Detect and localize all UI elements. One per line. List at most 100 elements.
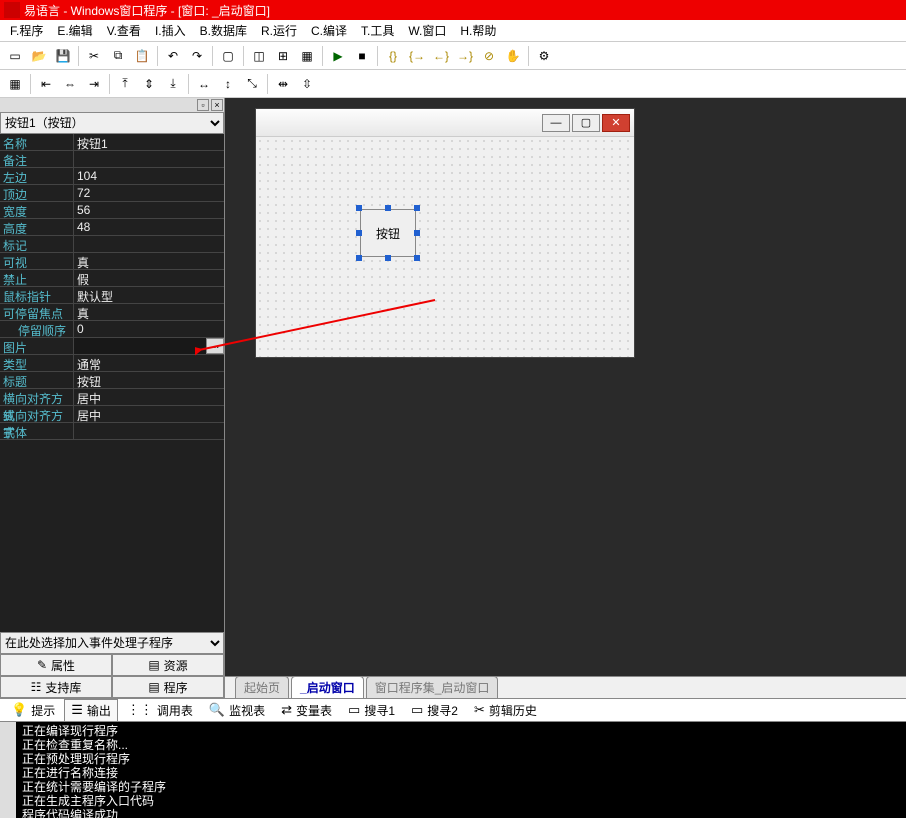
menu-window[interactable]: W.窗口: [402, 20, 452, 41]
layout2-icon[interactable]: ⊞: [272, 45, 294, 67]
config-icon[interactable]: ⚙: [533, 45, 555, 67]
tab-program[interactable]: ▤程序: [112, 676, 224, 698]
btab-output[interactable]: ☰输出: [64, 699, 118, 722]
property-value[interactable]: 通常: [74, 355, 224, 371]
btab-hint[interactable]: 💡提示: [4, 699, 62, 722]
menu-tools[interactable]: T.工具: [355, 20, 400, 41]
property-value[interactable]: [74, 151, 224, 167]
property-value[interactable]: 居中: [74, 406, 224, 422]
property-value[interactable]: 48: [74, 219, 224, 235]
menu-program[interactable]: F.程序: [4, 20, 49, 41]
property-row-可停留焦点[interactable]: 可停留焦点真: [0, 304, 224, 321]
property-row-可视[interactable]: 可视真: [0, 253, 224, 270]
align-middle-icon[interactable]: ⇕: [138, 73, 160, 95]
resize-handle-bl[interactable]: [356, 255, 362, 261]
resize-handle-br[interactable]: [414, 255, 420, 261]
same-height-icon[interactable]: ↕: [217, 73, 239, 95]
layout1-icon[interactable]: ◫: [248, 45, 270, 67]
property-value[interactable]: 72: [74, 185, 224, 201]
property-row-左边[interactable]: 左边104: [0, 168, 224, 185]
layout3-icon[interactable]: ▦: [296, 45, 318, 67]
property-row-横向对齐方式[interactable]: 横向对齐方式居中: [0, 389, 224, 406]
form-window[interactable]: — ▢ ✕ 按钮: [255, 108, 635, 358]
cut-icon[interactable]: ✂: [83, 45, 105, 67]
hand-icon[interactable]: ✋: [502, 45, 524, 67]
run-to-icon[interactable]: →}: [454, 45, 476, 67]
step-into-icon[interactable]: {→: [406, 45, 428, 67]
form-body[interactable]: 按钮: [256, 137, 634, 357]
output-panel[interactable]: 正在编译现行程序正在检查重复名称...正在预处理现行程序正在进行名称连接正在统计…: [0, 722, 906, 818]
button-control[interactable]: 按钮: [360, 209, 416, 257]
minimize-icon[interactable]: —: [542, 114, 570, 132]
property-value[interactable]: [74, 338, 206, 354]
doctab-startwindow[interactable]: _启动窗口: [291, 676, 364, 698]
property-row-字体[interactable]: 字体: [0, 423, 224, 440]
property-value[interactable]: 0: [74, 321, 224, 337]
tab-library[interactable]: ☷支持库: [0, 676, 112, 698]
btab-calltable[interactable]: ⋮⋮调用表: [120, 699, 200, 722]
menu-insert[interactable]: I.插入: [149, 20, 192, 41]
property-value[interactable]: 假: [74, 270, 224, 286]
property-value[interactable]: 居中: [74, 389, 224, 405]
align-bottom-icon[interactable]: ⤓: [162, 73, 184, 95]
tab-attributes[interactable]: ✎属性: [0, 654, 112, 676]
property-row-停留顺序[interactable]: 停留顺序0: [0, 321, 224, 338]
align-left-icon[interactable]: ⇤: [35, 73, 57, 95]
tab-resources[interactable]: ▤资源: [112, 654, 224, 676]
panel-pin-icon[interactable]: ▫: [197, 99, 209, 111]
form-icon[interactable]: ▢: [217, 45, 239, 67]
property-value[interactable]: 按钮: [74, 372, 224, 388]
btab-watch[interactable]: 🔍监视表: [202, 699, 272, 722]
undo-icon[interactable]: ↶: [162, 45, 184, 67]
property-row-纵向对齐方式[interactable]: 纵向对齐方式居中: [0, 406, 224, 423]
btab-vars[interactable]: ⇄变量表: [274, 699, 339, 722]
menu-compile[interactable]: C.编译: [305, 20, 353, 41]
resize-handle-tl[interactable]: [356, 205, 362, 211]
close-icon[interactable]: ✕: [602, 114, 630, 132]
menu-edit[interactable]: E.编辑: [51, 20, 98, 41]
property-row-标题[interactable]: 标题按钮: [0, 372, 224, 389]
resize-handle-ml[interactable]: [356, 230, 362, 236]
property-row-图片[interactable]: 图片...: [0, 338, 224, 355]
save-icon[interactable]: 💾: [52, 45, 74, 67]
property-value[interactable]: [74, 236, 224, 252]
property-browse-button[interactable]: ...: [206, 338, 224, 354]
btab-cliphistory[interactable]: ✂剪辑历史: [467, 699, 544, 722]
doctab-start[interactable]: 起始页: [235, 676, 289, 698]
property-value[interactable]: 默认型: [74, 287, 224, 303]
property-row-禁止[interactable]: 禁止假: [0, 270, 224, 287]
component-selector[interactable]: 按钮1（按钮）: [1, 113, 223, 133]
resize-handle-bc[interactable]: [385, 255, 391, 261]
btab-search1[interactable]: ▭搜寻1: [341, 699, 402, 722]
menu-view[interactable]: V.查看: [101, 20, 147, 41]
align-top-icon[interactable]: ⤒: [114, 73, 136, 95]
property-row-鼠标指针[interactable]: 鼠标指针默认型: [0, 287, 224, 304]
open-icon[interactable]: 📂: [28, 45, 50, 67]
menu-run[interactable]: R.运行: [255, 20, 303, 41]
property-row-名称[interactable]: 名称按钮1: [0, 134, 224, 151]
panel-close-icon[interactable]: ×: [211, 99, 223, 111]
property-value[interactable]: [74, 423, 224, 439]
property-row-宽度[interactable]: 宽度56: [0, 202, 224, 219]
property-value[interactable]: 真: [74, 253, 224, 269]
run-icon[interactable]: ▶: [327, 45, 349, 67]
design-area[interactable]: — ▢ ✕ 按钮 起始页 _启动窗口: [225, 98, 906, 698]
property-value[interactable]: 104: [74, 168, 224, 184]
grid-icon[interactable]: ▦: [4, 73, 26, 95]
resize-handle-tc[interactable]: [385, 205, 391, 211]
property-row-顶边[interactable]: 顶边72: [0, 185, 224, 202]
property-value[interactable]: 按钮1: [74, 134, 224, 150]
menu-database[interactable]: B.数据库: [194, 20, 253, 41]
property-value[interactable]: 56: [74, 202, 224, 218]
property-value[interactable]: 真: [74, 304, 224, 320]
hspace-icon[interactable]: ⇹: [272, 73, 294, 95]
step-over-icon[interactable]: {}: [382, 45, 404, 67]
resize-handle-tr[interactable]: [414, 205, 420, 211]
property-grid[interactable]: 名称按钮1备注左边104顶边72宽度56高度48标记可视真禁止假鼠标指针默认型可…: [0, 134, 224, 632]
break-icon[interactable]: ⊘: [478, 45, 500, 67]
maximize-icon[interactable]: ▢: [572, 114, 600, 132]
stop-icon[interactable]: ■: [351, 45, 373, 67]
property-row-类型[interactable]: 类型通常: [0, 355, 224, 372]
property-row-高度[interactable]: 高度48: [0, 219, 224, 236]
selected-button[interactable]: 按钮: [360, 209, 416, 257]
